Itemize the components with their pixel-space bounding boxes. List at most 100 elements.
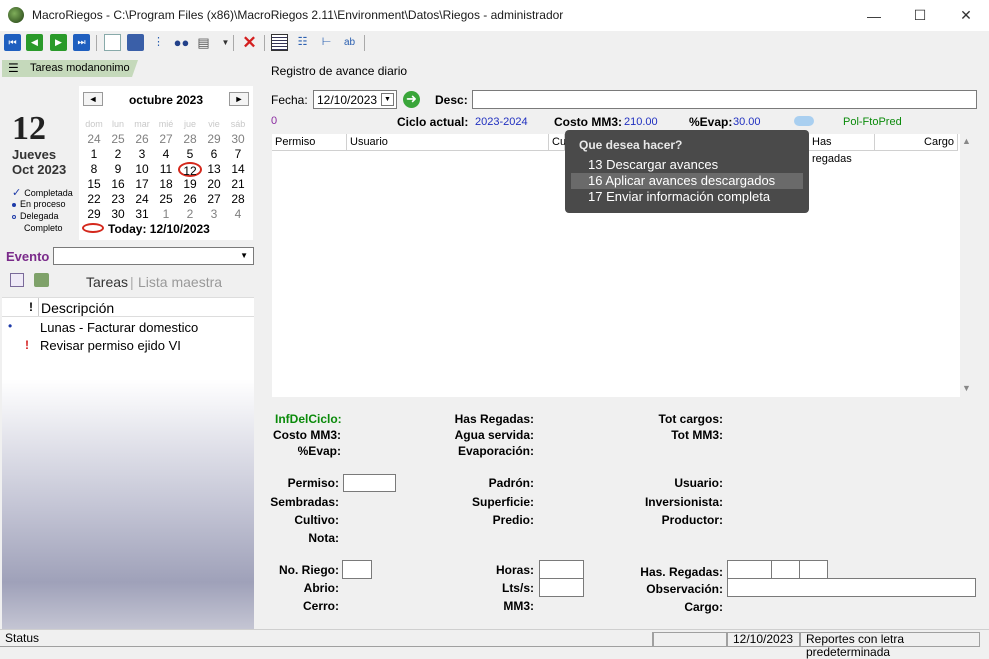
calendar-day[interactable]: 7 bbox=[226, 147, 250, 162]
calendar-day[interactable]: 1 bbox=[82, 147, 106, 162]
calendar-day[interactable]: 29 bbox=[202, 132, 226, 147]
cerro-label: Cerro: bbox=[302, 599, 339, 613]
binoculars-icon[interactable]: ●● bbox=[173, 34, 190, 51]
calendar-day[interactable]: 15 bbox=[82, 177, 106, 192]
calendar-day[interactable]: 24 bbox=[82, 132, 106, 147]
col-usuario[interactable]: Usuario bbox=[347, 134, 549, 151]
calendar-day[interactable]: 4 bbox=[226, 207, 250, 222]
calendar-day[interactable]: 3 bbox=[130, 147, 154, 162]
calendar-day[interactable]: 21 bbox=[226, 177, 250, 192]
calendar-day[interactable]: 28 bbox=[226, 192, 250, 207]
calendar-day[interactable]: 26 bbox=[178, 192, 202, 207]
grid-view-icon[interactable] bbox=[271, 34, 288, 51]
list-view-icon[interactable]: ☷ bbox=[294, 34, 311, 51]
clipboard-icon[interactable] bbox=[10, 273, 24, 287]
calendar-day[interactable]: 18 bbox=[154, 177, 178, 192]
calendar-day[interactable]: 30 bbox=[106, 207, 130, 222]
calendar-day[interactable]: 26 bbox=[130, 132, 154, 147]
col-has-regadas[interactable]: Has regadas bbox=[809, 134, 875, 165]
calendar-day[interactable]: 11 bbox=[154, 162, 178, 177]
maximize-button[interactable]: ☐ bbox=[897, 0, 943, 31]
last-record-icon[interactable]: ⏭ bbox=[73, 34, 90, 51]
first-record-icon[interactable]: ⏮ bbox=[4, 34, 21, 51]
calendar-day[interactable]: 22 bbox=[82, 192, 106, 207]
minimize-button[interactable]: — bbox=[851, 0, 897, 31]
list-item[interactable]: ! Revisar permiso ejido VI bbox=[2, 337, 254, 355]
col-flag-header[interactable]: ! bbox=[29, 300, 33, 314]
calendar-day[interactable]: 13 bbox=[202, 162, 226, 177]
popup-item-enviar[interactable]: 17 Enviar información completa bbox=[571, 189, 803, 205]
calendar-day[interactable]: 16 bbox=[106, 177, 130, 192]
toolbar-separator bbox=[233, 35, 234, 51]
has-regadas-input-2[interactable] bbox=[771, 560, 800, 579]
close-button[interactable]: ✕ bbox=[943, 0, 989, 31]
previous-record-icon[interactable]: ◀ bbox=[26, 34, 43, 51]
tree-icon[interactable]: ⋮ bbox=[150, 34, 167, 51]
calendar-day[interactable]: 29 bbox=[82, 207, 106, 222]
calendar-day[interactable]: 28 bbox=[178, 132, 202, 147]
tab-lista-maestra[interactable]: Lista maestra bbox=[138, 274, 222, 290]
evento-select[interactable]: ▼ bbox=[53, 247, 254, 265]
calendar-day[interactable]: 1 bbox=[154, 207, 178, 222]
popup-item-aplicar[interactable]: 16 Aplicar avances descargados bbox=[571, 173, 803, 189]
col-cu[interactable]: Cu bbox=[549, 134, 566, 151]
calendar-day[interactable]: 14 bbox=[226, 162, 250, 177]
chevron-down-icon[interactable]: ▼ bbox=[217, 34, 234, 51]
calendar-day[interactable]: 3 bbox=[202, 207, 226, 222]
scroll-down-icon[interactable]: ▼ bbox=[962, 383, 971, 393]
calendar-next-button[interactable]: ► bbox=[229, 92, 249, 106]
calendar-day[interactable]: 9 bbox=[106, 162, 130, 177]
calendar-day[interactable]: 17 bbox=[130, 177, 154, 192]
list-item[interactable]: • Lunas - Facturar domestico bbox=[2, 319, 254, 337]
calendar-day[interactable]: 19 bbox=[178, 177, 202, 192]
calendar-day[interactable]: 27 bbox=[202, 192, 226, 207]
next-record-icon[interactable]: ▶ bbox=[50, 34, 67, 51]
desc-input[interactable] bbox=[472, 90, 977, 109]
printer-icon[interactable]: ▤ bbox=[195, 34, 212, 51]
menu-icon[interactable]: ☰ bbox=[8, 62, 19, 74]
col-desc-header[interactable]: Descripción bbox=[41, 300, 114, 316]
popup-item-descargar[interactable]: 13 Descargar avances bbox=[571, 157, 803, 173]
calendar-day[interactable]: 10 bbox=[130, 162, 154, 177]
calendar-day[interactable]: 5 bbox=[178, 147, 202, 162]
tareas-tab[interactable]: ☰ Tareas modanonimo bbox=[2, 60, 132, 77]
calendar-day[interactable]: 2 bbox=[178, 207, 202, 222]
calendar-day[interactable]: 27 bbox=[154, 132, 178, 147]
chevron-down-icon[interactable]: ▼ bbox=[381, 93, 394, 106]
scroll-up-icon[interactable]: ▲ bbox=[962, 136, 971, 146]
no-riego-input[interactable] bbox=[342, 560, 372, 579]
calendar-day[interactable]: 4 bbox=[154, 147, 178, 162]
col-cargo[interactable]: Cargo bbox=[875, 134, 958, 151]
save-icon[interactable] bbox=[127, 34, 144, 51]
new-document-icon[interactable] bbox=[104, 34, 121, 51]
hierarchy-icon[interactable]: ⊢ bbox=[318, 34, 335, 51]
calendar-day[interactable]: 2 bbox=[106, 147, 130, 162]
calendar-day-selected[interactable]: 12 bbox=[178, 162, 202, 178]
calendar-today-link[interactable]: Today: 12/10/2023 bbox=[108, 222, 210, 236]
has-regadas-input-3[interactable] bbox=[799, 560, 828, 579]
fecha-picker[interactable]: 12/10/2023 ▼ bbox=[313, 90, 397, 109]
calendar-prev-button[interactable]: ◄ bbox=[83, 92, 103, 106]
calendar-day[interactable]: 20 bbox=[202, 177, 226, 192]
go-arrow-icon[interactable]: ➜ bbox=[403, 91, 420, 108]
calendar-day[interactable]: 24 bbox=[130, 192, 154, 207]
has-regadas-input-1[interactable] bbox=[727, 560, 772, 579]
calendar-day[interactable]: 8 bbox=[82, 162, 106, 177]
tab-tareas[interactable]: Tareas bbox=[86, 274, 128, 290]
permiso-input[interactable] bbox=[343, 474, 396, 492]
calendar-day[interactable]: 6 bbox=[202, 147, 226, 162]
col-permiso[interactable]: Permiso bbox=[272, 134, 347, 151]
calendar-day[interactable]: 23 bbox=[106, 192, 130, 207]
delete-icon[interactable]: ✕ bbox=[241, 34, 258, 51]
calendar-day[interactable]: 30 bbox=[226, 132, 250, 147]
lts-input[interactable] bbox=[539, 578, 584, 597]
chevron-down-icon[interactable]: ▼ bbox=[240, 251, 248, 260]
calendar-day[interactable]: 25 bbox=[106, 132, 130, 147]
tot-cargos-label: Tot cargos: bbox=[658, 412, 723, 426]
observacion-input[interactable] bbox=[727, 578, 976, 597]
sort-icon[interactable]: ab bbox=[341, 34, 358, 51]
checklist-icon[interactable] bbox=[34, 273, 49, 287]
calendar-day[interactable]: 25 bbox=[154, 192, 178, 207]
horas-input[interactable] bbox=[539, 560, 584, 579]
calendar-day[interactable]: 31 bbox=[130, 207, 154, 222]
